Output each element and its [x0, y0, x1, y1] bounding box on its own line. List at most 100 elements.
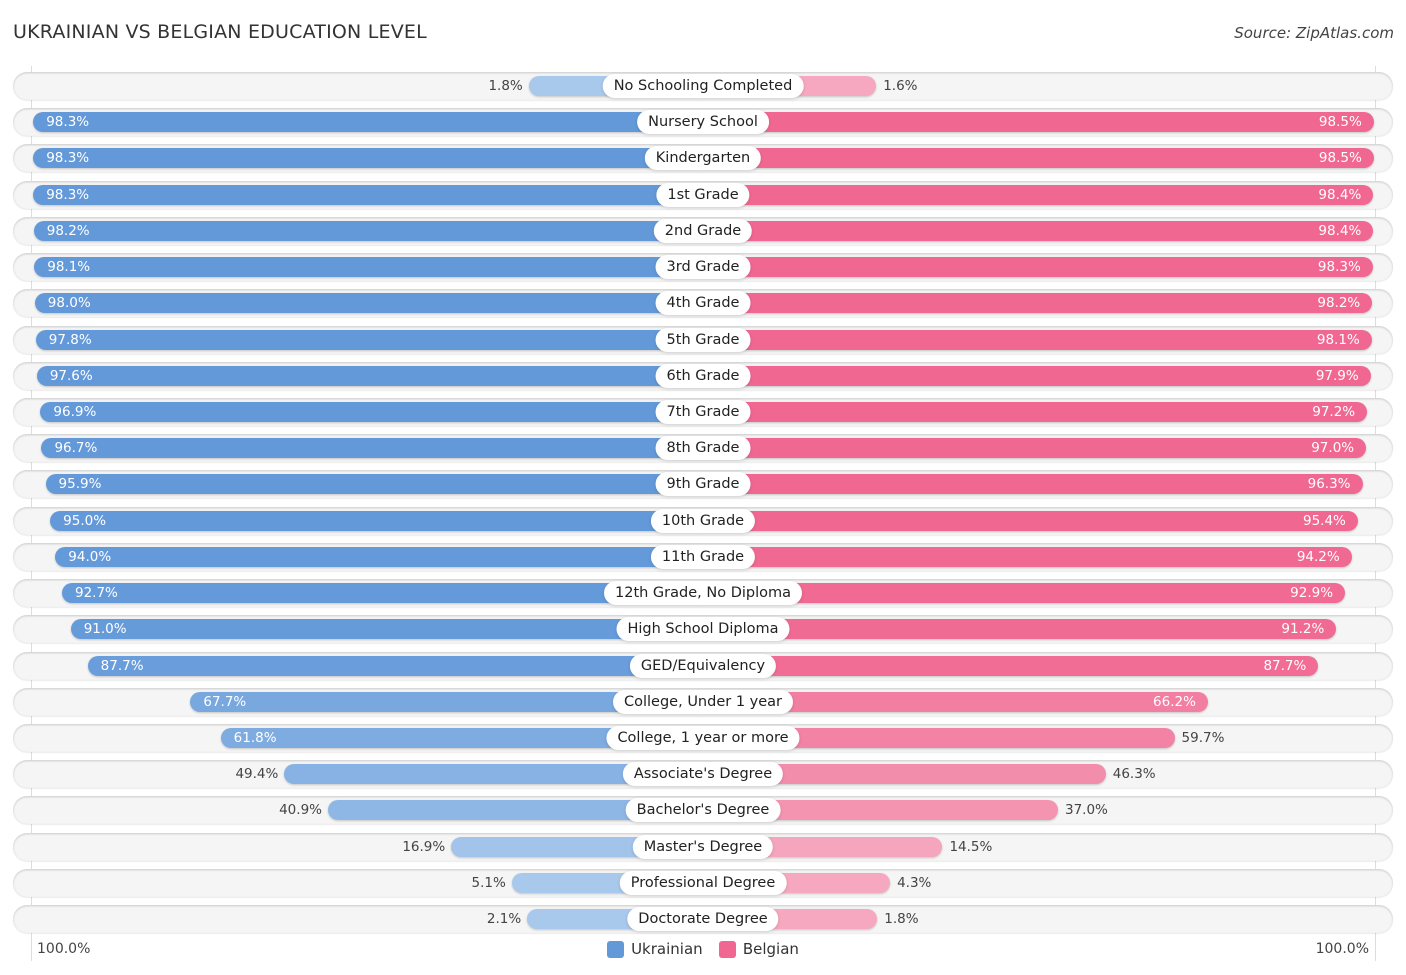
- bar-ukrainian[interactable]: [87, 655, 703, 676]
- value-label-belgian: 98.5%: [1318, 114, 1362, 131]
- bar-ukrainian[interactable]: [33, 220, 703, 241]
- value-label-belgian: 14.5%: [949, 838, 993, 855]
- category-label: 6th Grade: [655, 363, 751, 388]
- category-label: 10th Grade: [650, 508, 756, 533]
- value-label-belgian: 92.9%: [1290, 585, 1334, 602]
- bar-ukrainian[interactable]: [36, 365, 703, 386]
- value-label-ukrainian: 98.3%: [46, 186, 90, 203]
- value-label-belgian: 97.9%: [1315, 367, 1359, 384]
- bar-ukrainian[interactable]: [33, 184, 703, 205]
- value-label-ukrainian: 61.8%: [233, 729, 277, 746]
- bar-ukrainian[interactable]: [41, 438, 703, 459]
- bar-belgian[interactable]: [703, 619, 1337, 640]
- bar-ukrainian[interactable]: [45, 474, 703, 495]
- bar-ukrainian[interactable]: [33, 148, 703, 169]
- bar-ukrainian[interactable]: [50, 510, 703, 531]
- bar-ukrainian[interactable]: [33, 112, 703, 133]
- bar-belgian[interactable]: [703, 365, 1371, 386]
- value-label-belgian: 98.3%: [1317, 259, 1361, 276]
- value-label-belgian: 94.2%: [1296, 548, 1340, 565]
- legend: Ukrainian Belgian: [0, 940, 1406, 962]
- chart-area: 1.8% 1.6% No Schooling Completed 98.3% 98.5%…: [0, 0, 1406, 975]
- category-label: 5th Grade: [655, 327, 751, 352]
- value-label-belgian: 98.4%: [1318, 186, 1362, 203]
- legend-swatch-belgian: [718, 940, 736, 958]
- value-label-ukrainian: 5.1%: [471, 874, 506, 891]
- category-label: No Schooling Completed: [602, 74, 804, 98]
- category-label: 4th Grade: [655, 291, 751, 316]
- value-label-ukrainian: 2.1%: [486, 911, 522, 928]
- legend-item-belgian[interactable]: Belgian: [718, 940, 799, 958]
- bar-belgian[interactable]: [703, 401, 1368, 422]
- value-label-belgian: 95.4%: [1303, 512, 1346, 529]
- bar-ukrainian[interactable]: [40, 401, 703, 422]
- bar-ukrainian[interactable]: [35, 329, 703, 350]
- value-label-ukrainian: 1.8%: [488, 78, 523, 94]
- category-label: 7th Grade: [655, 399, 751, 424]
- bar-belgian[interactable]: [703, 148, 1374, 169]
- category-label: Bachelor's Degree: [625, 798, 781, 823]
- category-label: Associate's Degree: [622, 762, 784, 787]
- bar-belgian[interactable]: [703, 655, 1319, 676]
- value-label-belgian: 37.0%: [1064, 802, 1108, 819]
- value-label-belgian: 97.0%: [1311, 440, 1355, 457]
- category-label: 1st Grade: [656, 182, 750, 207]
- bar-belgian[interactable]: [703, 184, 1374, 205]
- value-label-belgian: 98.1%: [1316, 331, 1360, 348]
- value-label-belgian: 96.3%: [1307, 476, 1351, 493]
- value-label-ukrainian: 95.0%: [63, 512, 107, 529]
- value-label-belgian: 59.7%: [1181, 729, 1225, 746]
- category-label: College, Under 1 year: [613, 689, 793, 714]
- category-label: 3rd Grade: [655, 255, 751, 280]
- value-label-ukrainian: 92.7%: [74, 585, 118, 602]
- bar-ukrainian[interactable]: [34, 257, 703, 278]
- value-label-ukrainian: 98.0%: [47, 295, 91, 312]
- bar-belgian[interactable]: [703, 510, 1358, 531]
- value-label-belgian: 46.3%: [1112, 766, 1156, 783]
- category-label: Kindergarten: [644, 146, 762, 171]
- value-label-ukrainian: 97.6%: [49, 367, 93, 384]
- category-label: Master's Degree: [632, 834, 774, 859]
- value-label-ukrainian: 98.2%: [46, 222, 90, 239]
- value-label-belgian: 98.4%: [1318, 222, 1362, 239]
- value-label-belgian: 66.2%: [1153, 693, 1196, 710]
- value-label-ukrainian: 95.9%: [58, 476, 102, 493]
- value-label-belgian: 1.8%: [884, 911, 919, 928]
- value-label-ukrainian: 40.9%: [279, 802, 322, 819]
- value-label-ukrainian: 96.9%: [53, 403, 97, 420]
- category-label: 12th Grade, No Diploma: [604, 581, 802, 606]
- bar-ukrainian[interactable]: [34, 293, 703, 314]
- bar-belgian[interactable]: [703, 546, 1352, 567]
- value-label-ukrainian: 91.0%: [83, 621, 127, 638]
- category-label: Doctorate Degree: [627, 907, 779, 932]
- value-label-belgian: 4.3%: [897, 874, 932, 891]
- category-label: High School Diploma: [616, 617, 790, 642]
- bar-ukrainian[interactable]: [70, 619, 703, 640]
- bar-belgian[interactable]: [703, 257, 1373, 278]
- bar-belgian[interactable]: [703, 438, 1367, 459]
- value-label-ukrainian: 16.9%: [402, 838, 446, 855]
- value-label-ukrainian: 96.7%: [54, 440, 98, 457]
- category-label: GED/Equivalency: [629, 653, 777, 678]
- value-label-ukrainian: 87.7%: [100, 657, 144, 674]
- category-label: 9th Grade: [655, 472, 751, 497]
- bar-belgian[interactable]: [703, 293, 1373, 314]
- bar-belgian[interactable]: [703, 112, 1374, 133]
- bar-belgian[interactable]: [703, 220, 1374, 241]
- legend-label-ukrainian: Ukrainian: [631, 940, 703, 958]
- legend-item-ukrainian[interactable]: Ukrainian: [607, 940, 703, 958]
- value-label-belgian: 98.2%: [1317, 295, 1361, 312]
- category-label: Nursery School: [637, 110, 769, 135]
- legend-swatch-ukrainian: [607, 940, 625, 958]
- bar-belgian[interactable]: [703, 474, 1363, 495]
- value-label-ukrainian: 98.1%: [47, 259, 91, 276]
- value-label-ukrainian: 97.8%: [48, 331, 92, 348]
- category-label: 11th Grade: [650, 544, 756, 569]
- bar-belgian[interactable]: [703, 329, 1372, 350]
- value-label-ukrainian: 49.4%: [235, 766, 279, 783]
- category-label: 8th Grade: [655, 436, 751, 461]
- value-label-belgian: 87.7%: [1263, 657, 1307, 674]
- value-label-belgian: 97.2%: [1312, 403, 1356, 420]
- bar-ukrainian[interactable]: [55, 546, 703, 567]
- category-label: Professional Degree: [619, 870, 787, 895]
